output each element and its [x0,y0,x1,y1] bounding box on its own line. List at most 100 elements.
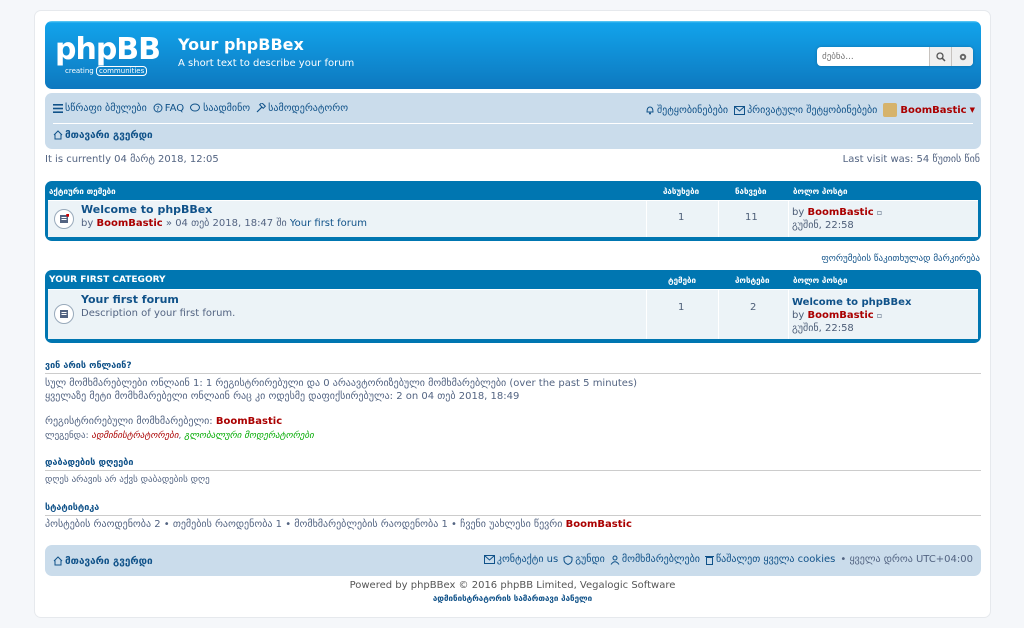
search-box [817,47,973,66]
col-last-post: ბოლო პოსტი [793,275,848,285]
bell-icon [646,106,654,115]
topic-last-post: by BoomBastic ▫ გუშინ, 22:58 [792,206,882,232]
legend-mods[interactable]: გლობალური მოდერატორები [184,431,314,441]
topic-date: » 04 თებ 2018, 18:47 ში [165,218,287,229]
category-title[interactable]: YOUR FIRST CATEGORY [49,275,166,285]
avatar [883,103,898,117]
topic-forum-link[interactable]: Your first forum [290,218,367,229]
faq-link[interactable]: ? FAQ [153,103,184,114]
legend-admins[interactable]: ადმინისტრატორები [92,431,179,441]
section-divider [45,373,981,374]
topic-views: 11 [745,212,758,223]
active-topics-title[interactable]: აქტიური თემები [49,187,116,196]
powered-by: Powered by phpBBex © 2016 phpBB Limited,… [349,580,676,591]
breadcrumb-home-label: მთავარი გვერდი [65,129,153,141]
col-divider [788,201,789,237]
forum-last-topic[interactable]: Welcome to phpBBex [792,296,911,309]
current-time: It is currently 04 მარტ 2018, 12:05 [45,154,219,165]
pm-label: პრივატული შეტყობინებები [747,104,878,116]
team-link[interactable]: გუნდი [563,554,605,565]
faq-label: FAQ [164,102,185,114]
last-visit: Last visit was: 54 წუთის წინ [842,154,980,165]
last-by: by [792,207,805,218]
svg-text:?: ? [156,105,160,113]
envelope-icon [734,105,746,115]
forum-read-icon[interactable] [54,304,74,324]
footer-breadcrumb: მთავარი გვერდი [53,554,153,568]
timezone-info: • ყველა დროა UTC+04:00 [840,554,973,565]
contact-label: კონტაქტი us [496,554,559,565]
pm-link[interactable]: პრივატული შეტყობინებები [734,105,877,116]
team-label: გუნდი [575,554,605,565]
topic-author[interactable]: BoomBastic [96,218,162,229]
logo-text: phpBB [55,32,161,67]
chat-link[interactable]: საადმინო [190,103,250,114]
moderation-link[interactable]: სამოდერატორო [256,103,348,114]
shield-icon [563,554,573,565]
user-menu[interactable]: BoomBastic ▼ [883,103,975,117]
view-latest-icon[interactable]: ▫ [877,208,882,217]
document-icon [60,214,69,223]
registered-users: რეგისტრირებული მომხმარებელი: BoomBastic [45,416,282,427]
username: BoomBastic [900,104,967,116]
site-logo[interactable]: phpBB creating communities [55,32,161,76]
col-views: ნახვები [735,186,767,196]
topic-title[interactable]: Welcome to phpBBex [81,203,212,216]
active-topics-box: აქტიური თემები პასუხები ნახვები ბოლო პოს… [45,181,981,241]
col-divider [646,201,647,237]
search-button[interactable] [929,47,951,66]
category-box: YOUR FIRST CATEGORY ტემები პოსტები ბოლო … [45,270,981,343]
last-by: by [792,310,805,321]
forum-title[interactable]: Your first forum [81,293,179,306]
col-last-post: ბოლო პოსტი [793,186,848,196]
footer-home-label: მთავარი გვერდი [65,555,153,567]
online-title[interactable]: ვინ არის ონლაინ? [45,361,132,371]
footer-home[interactable]: მთავარი გვერდი [53,556,153,567]
last-post-author[interactable]: BoomBastic [807,207,873,218]
delete-cookies-link[interactable]: წაშალეთ ყველა cookies [704,554,836,565]
view-latest-icon[interactable]: ▫ [877,311,882,320]
legend-label: ლეგენდა: [45,431,89,441]
forum-last-time: გუშინ, 22:58 [792,323,854,334]
menu-icon [53,103,63,113]
forum-last-author[interactable]: BoomBastic [807,310,873,321]
home-icon [53,556,63,566]
registered-user[interactable]: BoomBastic [216,416,282,427]
site-description: A short text to describe your forum [178,58,355,69]
quick-links-menu[interactable]: სწრაფი ბმულები [53,103,147,114]
navbar: სწრაფი ბმულები ? FAQ საადმინო სამოდერატო… [45,93,981,149]
logo-sub-communities: communities [95,66,148,76]
newest-member[interactable]: BoomBastic [566,519,632,530]
online-line2: ყველაზე მეტი მომხმარებელი ონლაინ რაც კი … [45,391,520,402]
topic-replies: 1 [678,212,685,223]
topic-meta: by BoomBastic » 04 თებ 2018, 18:47 ში Yo… [81,218,367,229]
category-header: YOUR FIRST CATEGORY ტემები პოსტები ბოლო … [45,270,981,290]
contact-link[interactable]: კონტაქტი us [483,554,559,565]
legend: ლეგენდა: ადმინისტრატორები, გლობალური მოდ… [45,431,314,441]
topic-unread-icon[interactable] [54,209,74,229]
col-divider [788,290,789,339]
topic-by: by [81,218,94,229]
advanced-search-button[interactable] [951,47,973,66]
gear-icon [959,53,966,60]
document-icon [60,310,68,318]
trash-icon [704,555,714,565]
footer-links: კონტაქტი us გუნდი მომხმარებლები წაშალეთ … [483,554,973,565]
home-icon [53,130,63,140]
stats-counts: პოსტების რაოდენობა 2 • თემების რაოდენობა… [45,519,563,530]
members-link[interactable]: მომხმარებლები [610,554,700,565]
col-divider [646,290,647,339]
acp-link[interactable]: ადმინისტრატორის სამართავი პანელი [35,594,990,603]
col-topics: ტემები [668,275,697,285]
notifications-label: შეტყობინებები [656,104,729,116]
notifications-link[interactable]: შეტყობინებები [645,105,728,116]
envelope-icon [483,555,495,564]
topic-row: Welcome to phpBBex by BoomBastic » 04 თე… [48,200,978,237]
breadcrumb-home[interactable]: მთავარი გვერდი [53,130,153,141]
search-input[interactable] [817,47,929,66]
breadcrumb: მთავარი გვერდი [53,128,153,142]
caret-down-icon: ▼ [969,106,975,114]
mark-forums-read-link[interactable]: ფორუმების წაკითხულად მარკირება [821,254,980,264]
site-title[interactable]: Your phpBBex [178,35,304,54]
delete-cookies-label: წაშალეთ ყველა cookies [715,554,836,565]
